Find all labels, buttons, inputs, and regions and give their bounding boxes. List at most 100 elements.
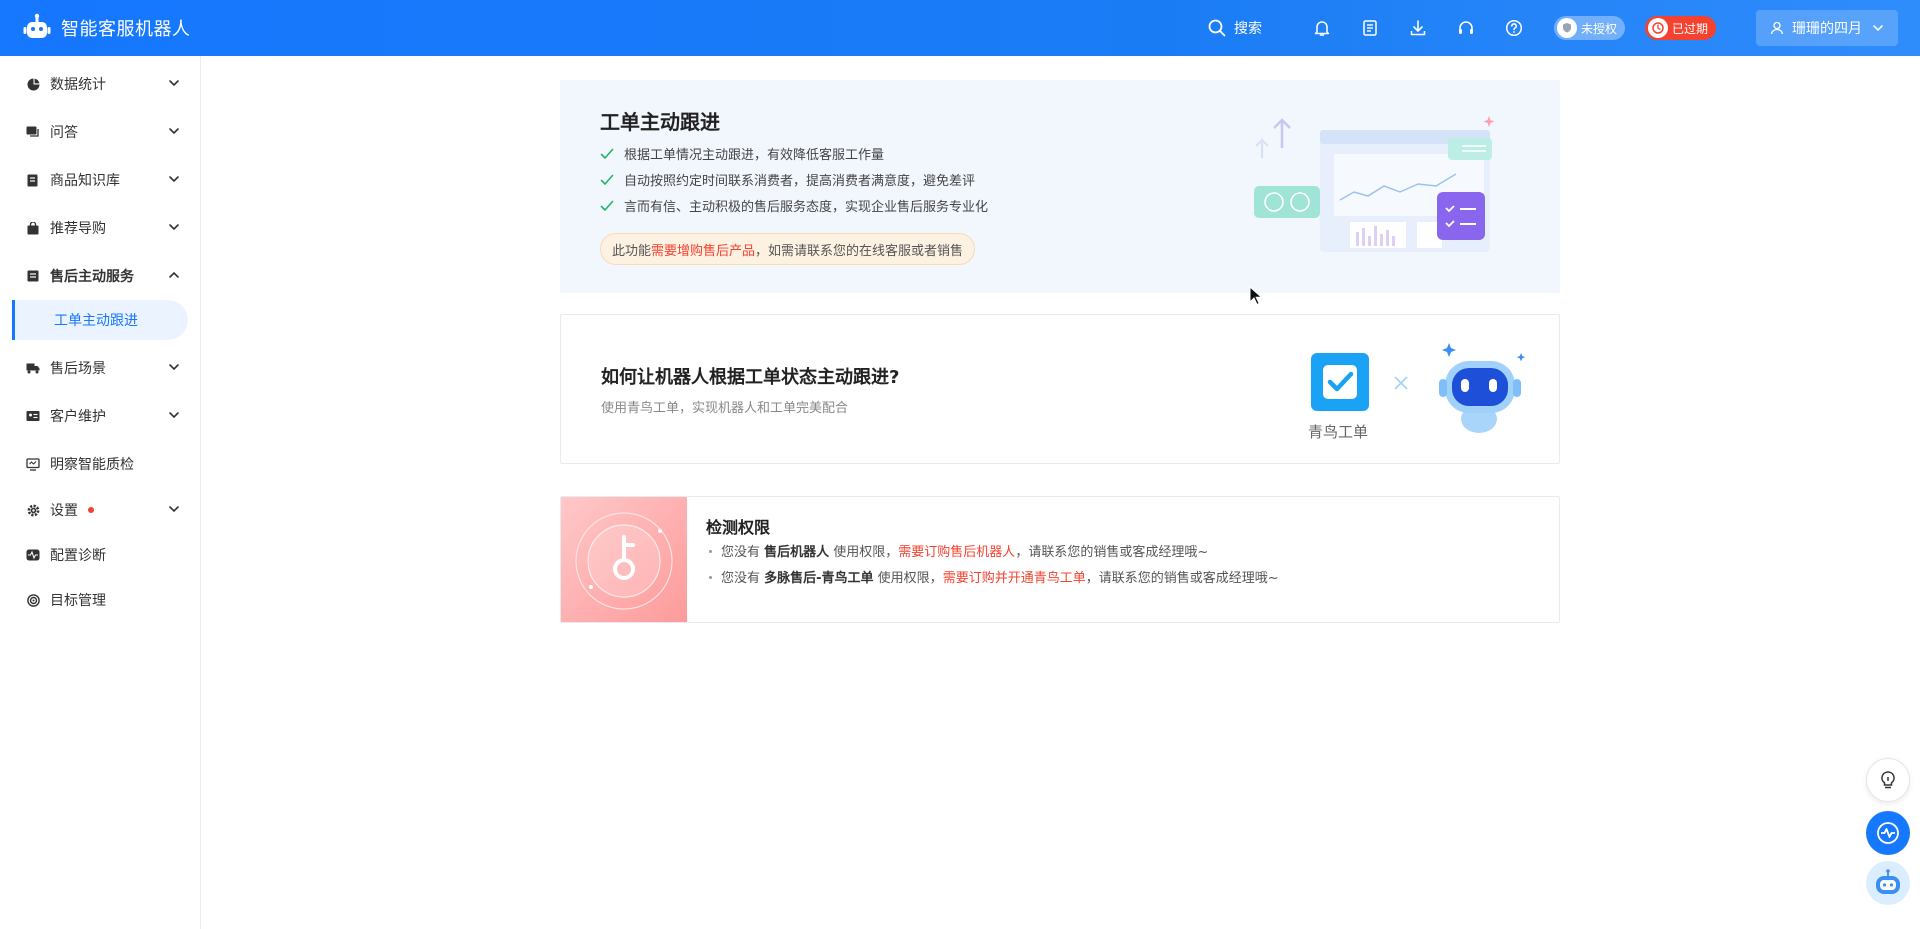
- howto-card: 如何让机器人根据工单状态主动跟进? 使用青鸟工单，实现机器人和工单完美配合 青鸟…: [560, 314, 1560, 464]
- gear-icon: [26, 503, 40, 517]
- feature-text: 言而有信、主动积极的售后服务态度，实现企业售后服务专业化: [624, 200, 989, 215]
- feature-text: 根据工单情况主动跟进，有效降低客服工作量: [624, 148, 885, 163]
- user-menu[interactable]: 珊珊的四月: [1756, 10, 1898, 46]
- sidebar-item-product-kb[interactable]: 商品知识库: [0, 156, 200, 204]
- search-icon: [1208, 19, 1226, 37]
- howto-title: 如何让机器人根据工单状态主动跟进?: [601, 367, 900, 388]
- perm-product: 多脉售后-青鸟工单: [764, 571, 874, 586]
- expired-label: 已过期: [1671, 21, 1708, 36]
- sidebar-item-qa[interactable]: 问答: [0, 108, 200, 156]
- perm-highlight[interactable]: 需要订购售后机器人: [898, 545, 1015, 560]
- bullet: [709, 576, 712, 579]
- top-bar: 智能客服机器人 搜索 未授权 已过期 珊珊的四月: [0, 0, 1920, 56]
- chevron-down-icon: [169, 80, 179, 87]
- chevron-down-icon: [169, 128, 179, 135]
- sidebar-item-ticket-followup[interactable]: 工单主动跟进: [12, 300, 188, 340]
- notice-prefix: 此功能: [612, 243, 652, 259]
- search-label: 搜索: [1233, 21, 1262, 37]
- help-icon[interactable]: [1502, 16, 1526, 40]
- chevron-down-icon: [169, 506, 179, 513]
- bell-icon[interactable]: [1310, 16, 1334, 40]
- notification-dot: [88, 507, 94, 513]
- unauthorized-label: 未授权: [1580, 21, 1617, 36]
- check-icon: [600, 174, 614, 185]
- monitor-icon: [26, 457, 40, 471]
- id-card-icon: [26, 409, 40, 423]
- headset-icon[interactable]: [1454, 16, 1478, 40]
- truck-icon: [26, 361, 40, 375]
- sidebar-item-data-stats[interactable]: 数据统计: [0, 60, 200, 108]
- shield-icon: [1556, 18, 1577, 38]
- robot-mascot-icon: [1439, 343, 1526, 433]
- sidebar-item-aftersale-scene[interactable]: 售后场景: [0, 344, 200, 392]
- perm-highlight[interactable]: 需要订购并开通青鸟工单: [943, 571, 1086, 586]
- heartbeat-icon: [1877, 822, 1899, 844]
- permission-title: 检测权限: [706, 518, 771, 537]
- brand[interactable]: 智能客服机器人: [0, 0, 191, 56]
- dashboard-illustration: [1254, 116, 1495, 252]
- howto-subtitle: 使用青鸟工单，实现机器人和工单完美配合: [601, 401, 849, 416]
- chevron-down-icon: [169, 176, 179, 183]
- perm-middle: 使用权限，: [873, 571, 943, 586]
- perm-suffix: ，请联系您的销售或客成经理哦~: [1015, 545, 1209, 560]
- sidebar-item-aftersale-service[interactable]: 售后主动服务: [0, 252, 200, 300]
- permission-card: 检测权限 您没有 售后机器人 使用权限，需要订购售后机器人，请联系您的销售或客成…: [560, 496, 1560, 623]
- perm-suffix: ，请联系您的销售或客成经理哦~: [1085, 571, 1279, 586]
- feature-item: 自动按照约定时间联系消费者，提高消费者满意度，避免差评: [600, 170, 975, 189]
- purchase-notice: 此功能 需要增购售后产品 ，如需请联系您的在线客服或者销售: [600, 233, 976, 265]
- chevron-down-icon: [1873, 25, 1883, 32]
- chevron-down-icon: [169, 364, 179, 371]
- feature-item: 根据工单情况主动跟进，有效降低客服工作量: [600, 144, 884, 163]
- unauthorized-badge[interactable]: 未授权: [1553, 16, 1625, 40]
- bullet: [709, 550, 712, 553]
- sidebar-item-settings[interactable]: 设置: [0, 488, 200, 532]
- chevron-down-icon: [169, 412, 179, 419]
- qingniao-logo-icon[interactable]: [1311, 353, 1369, 411]
- mouse-cursor-icon: [1249, 286, 1263, 306]
- target-icon: [26, 593, 40, 607]
- intro-title: 工单主动跟进: [600, 110, 720, 134]
- report-icon[interactable]: [1358, 16, 1382, 40]
- expired-badge[interactable]: 已过期: [1644, 16, 1716, 40]
- pulse-icon: [26, 548, 40, 562]
- clock-icon: [1647, 18, 1668, 38]
- perm-prefix: 您没有: [721, 571, 765, 586]
- user-name: 珊珊的四月: [1792, 21, 1862, 37]
- perm-prefix: 您没有: [721, 545, 765, 560]
- perm-product: 售后机器人: [764, 545, 830, 560]
- perm-middle: 使用权限，: [829, 545, 899, 560]
- book-icon: [26, 173, 40, 187]
- user-icon: [1770, 21, 1784, 35]
- feature-item: 言而有信、主动积极的售后服务态度，实现企业售后服务专业化: [600, 196, 988, 215]
- monitor-button[interactable]: [1866, 811, 1910, 855]
- sidebar-item-recommend[interactable]: 推荐导购: [0, 204, 200, 252]
- search-button[interactable]: 搜索: [1208, 18, 1262, 38]
- pie-chart-icon: [26, 77, 40, 91]
- sidebar-item-label: 明察智能质检: [50, 457, 134, 473]
- notice-suffix: ，如需请联系您的在线客服或者销售: [755, 243, 964, 259]
- permission-line: 您没有 售后机器人 使用权限，需要订购售后机器人，请联系您的销售或客成经理哦~: [706, 541, 1208, 560]
- sidebar-item-label: 配置诊断: [50, 548, 106, 564]
- chevron-down-icon: [169, 224, 179, 231]
- robot-assistant-icon: [1876, 869, 1900, 894]
- notice-highlight[interactable]: 需要增购售后产品: [651, 240, 755, 259]
- download-icon[interactable]: [1406, 16, 1430, 40]
- sidebar-item-quality-check[interactable]: 明察智能质检: [0, 440, 200, 488]
- robot-logo-icon: [23, 13, 51, 38]
- sidebar-item-label: 工单主动跟进: [54, 313, 138, 329]
- chevron-up-icon: [169, 271, 179, 278]
- bag-icon: [26, 221, 40, 235]
- tips-button[interactable]: [1866, 758, 1910, 802]
- lightbulb-icon: [1881, 771, 1895, 789]
- app-title: 智能客服机器人: [61, 19, 191, 40]
- assistant-button[interactable]: [1866, 861, 1910, 905]
- feature-text: 自动按照约定时间联系消费者，提高消费者满意度，避免差评: [624, 174, 976, 189]
- chat-icon: [26, 125, 40, 139]
- permission-line: 您没有 多脉售后-青鸟工单 使用权限，需要订购并开通青鸟工单，请联系您的销售或客…: [706, 567, 1279, 586]
- intro-card: 工单主动跟进 根据工单情况主动跟进，有效降低客服工作量 自动按照约定时间联系消费…: [560, 80, 1560, 293]
- sidebar-item-customer-care[interactable]: 客户维护: [0, 392, 200, 440]
- sidebar: 数据统计 问答 商品知识库 推荐导购 售后主动服务 工单主动跟进 售后场景 客户…: [0, 56, 201, 929]
- sidebar-item-label: 目标管理: [50, 593, 106, 609]
- sidebar-item-diagnosis[interactable]: 配置诊断: [0, 532, 200, 578]
- sidebar-item-goals[interactable]: 目标管理: [0, 578, 200, 622]
